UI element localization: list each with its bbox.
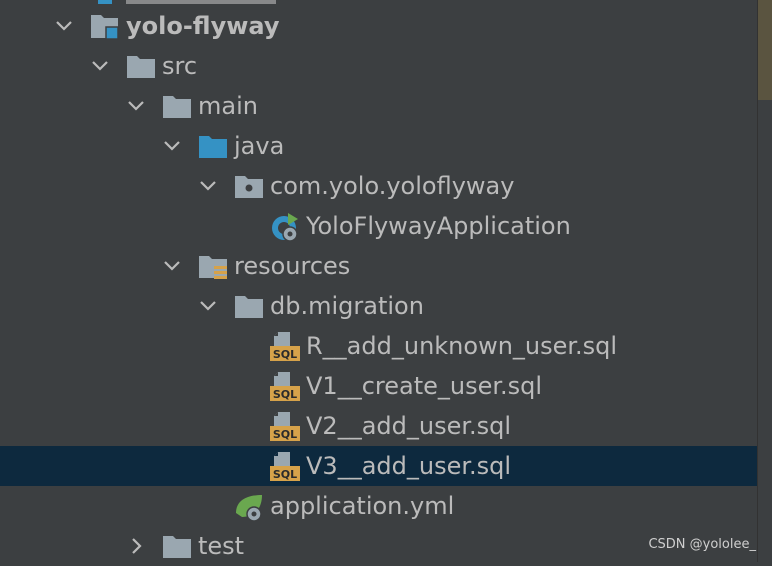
tree-row-application-class[interactable]: YoloFlywayApplication [0, 206, 758, 246]
tree-row-label: test [198, 532, 245, 560]
spring-config-file-icon [232, 489, 266, 523]
sql-file-icon: SQL [268, 369, 302, 403]
folder-icon [232, 289, 266, 323]
tree-row-label: V3__add_user.sql [306, 452, 512, 480]
tree-row-label: V2__add_user.sql [306, 412, 512, 440]
tree-row-label: yolo-flyway [126, 12, 280, 40]
tree-row-sql-file[interactable]: SQL V2__add_user.sql [0, 406, 758, 446]
tree-row-label: db.migration [270, 292, 424, 320]
tree-row-label: application.yml [270, 492, 455, 520]
cut-off-row [92, 0, 292, 4]
folder-icon [124, 49, 158, 83]
tree-row-sql-file[interactable]: SQL V1__create_user.sql [0, 366, 758, 406]
sql-file-icon: SQL [268, 329, 302, 363]
sql-file-icon: SQL [268, 449, 302, 483]
vertical-scrollbar[interactable] [757, 0, 772, 562]
tree-row-label: YoloFlywayApplication [306, 212, 571, 240]
chevron-down-icon[interactable] [126, 96, 146, 116]
source-root-folder-icon [196, 129, 230, 163]
folder-icon [160, 89, 194, 123]
tree-row-label: V1__create_user.sql [306, 372, 543, 400]
chevron-down-icon[interactable] [54, 16, 74, 36]
chevron-down-icon[interactable] [90, 56, 110, 76]
tree-row-java[interactable]: java [0, 126, 758, 166]
tree-row-label: java [234, 132, 285, 160]
tree-row-db-migration[interactable]: db.migration [0, 286, 758, 326]
module-folder-icon [88, 9, 122, 43]
chevron-right-icon[interactable] [126, 536, 146, 556]
tree-row-application-yml[interactable]: application.yml [0, 486, 758, 526]
tree-row-label: R__add_unknown_user.sql [306, 332, 618, 360]
chevron-down-icon[interactable] [198, 176, 218, 196]
tree-row-test[interactable]: test [0, 526, 758, 566]
tree-row-label: resources [234, 252, 351, 280]
svg-text:SQL: SQL [273, 468, 297, 481]
chevron-down-icon[interactable] [162, 256, 182, 276]
tree-row-package[interactable]: com.yolo.yoloflyway [0, 166, 758, 206]
svg-text:SQL: SQL [273, 348, 297, 361]
sql-file-icon: SQL [268, 409, 302, 443]
project-tree: yolo-flyway src main java com.yolo.yolof… [0, 0, 758, 562]
tree-row-label: main [198, 92, 258, 120]
svg-text:SQL: SQL [273, 428, 297, 441]
tree-row-src[interactable]: src [0, 46, 758, 86]
chevron-down-icon[interactable] [198, 296, 218, 316]
watermark: CSDN @yololee_ [648, 537, 756, 552]
chevron-down-icon[interactable] [162, 136, 182, 156]
package-icon [232, 169, 266, 203]
tree-row-main[interactable]: main [0, 86, 758, 126]
tree-row-sql-file-selected[interactable]: SQL V3__add_user.sql [0, 446, 758, 486]
tree-row-label: com.yolo.yoloflyway [270, 172, 515, 200]
spring-boot-application-class-icon [268, 209, 302, 243]
tree-row-label: src [162, 52, 198, 80]
tree-row-yolo-flyway[interactable]: yolo-flyway [0, 6, 758, 46]
resources-root-folder-icon [196, 249, 230, 283]
scrollbar-thumb[interactable] [758, 0, 772, 100]
tree-row-sql-file[interactable]: SQL R__add_unknown_user.sql [0, 326, 758, 366]
tree-row-resources[interactable]: resources [0, 246, 758, 286]
folder-icon [160, 529, 194, 563]
svg-text:SQL: SQL [273, 388, 297, 401]
cut-off-row-fragment [98, 0, 276, 4]
